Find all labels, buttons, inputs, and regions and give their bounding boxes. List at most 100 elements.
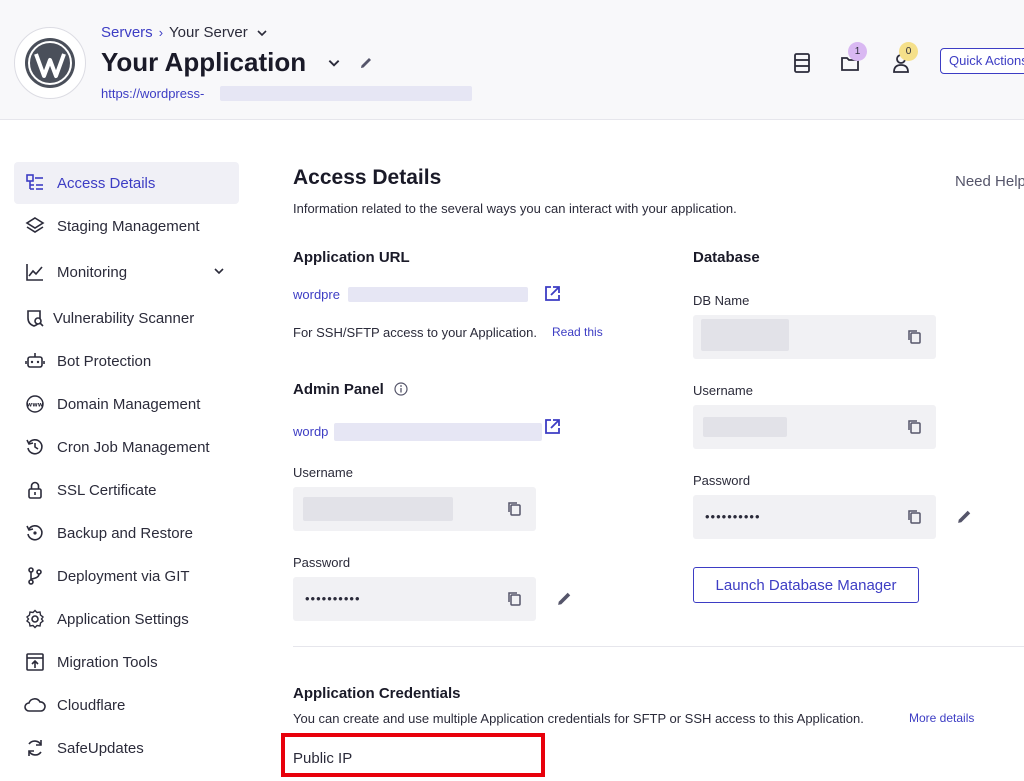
breadcrumb-servers[interactable]: Servers <box>101 24 153 41</box>
sidebar-item-label: Deployment via GIT <box>57 567 190 585</box>
more-details-link[interactable]: More details <box>909 711 974 725</box>
sidebar-item-label: Monitoring <box>57 263 128 281</box>
refresh-icon <box>24 737 46 759</box>
public-ip-label: Public IP <box>293 750 353 767</box>
sidebar-item-label: Backup and Restore <box>57 524 193 542</box>
sidebar-item-safeupdates[interactable]: SafeUpdates <box>14 727 239 769</box>
sidebar-item-label: Bot Protection <box>57 352 152 370</box>
admin-username-field[interactable] <box>293 487 536 531</box>
application-url-link[interactable]: wordpre <box>293 287 340 302</box>
sidebar-item-label: Cloudflare <box>57 696 126 714</box>
db-password-field[interactable]: •••••••••• <box>693 495 936 539</box>
sidebar-item-label: Application Settings <box>57 610 189 628</box>
redacted-value <box>703 417 787 437</box>
edit-pencil-icon[interactable] <box>556 590 573 607</box>
read-this-link[interactable]: Read this <box>552 325 603 339</box>
db-name-field[interactable] <box>693 315 936 359</box>
chevron-down-icon[interactable] <box>327 56 341 70</box>
git-icon <box>24 565 46 587</box>
sidebar-item-label: Staging Management <box>57 217 200 235</box>
shield-scan-icon <box>24 307 46 329</box>
redacted-value <box>701 319 789 351</box>
sidebar-item-monitoring[interactable]: Monitoring <box>14 251 239 293</box>
app-header: Servers › Your Server Your Application h… <box>0 0 1024 120</box>
www-icon: www <box>24 393 46 415</box>
sidebar-item-migration-tools[interactable]: Migration Tools <box>14 641 239 683</box>
divider <box>293 646 1024 647</box>
redacted-url <box>220 86 472 101</box>
sidebar-item-backup-and-restore[interactable]: Backup and Restore <box>14 512 239 554</box>
info-icon[interactable] <box>394 382 408 396</box>
svg-text:www: www <box>27 402 44 409</box>
launch-database-manager-button[interactable]: Launch Database Manager <box>693 567 919 603</box>
sidebar-item-vulnerability-scanner[interactable]: Vulnerability Scanner <box>14 297 239 339</box>
edit-pencil-icon[interactable] <box>956 508 973 525</box>
sidebar-item-bot-protection[interactable]: Bot Protection <box>14 340 239 382</box>
copy-icon[interactable] <box>907 509 922 525</box>
backup-icon <box>24 522 46 544</box>
sidebar-item-domain-management[interactable]: www Domain Management <box>14 383 239 425</box>
redacted-value <box>303 497 453 521</box>
application-url-heading: Application URL <box>293 249 410 266</box>
history-icon <box>24 436 46 458</box>
edit-pencil-icon[interactable] <box>358 55 374 71</box>
sidebar-item-label: Domain Management <box>57 395 201 413</box>
admin-panel-heading: Admin Panel <box>293 381 384 398</box>
user-badge: 0 <box>899 42 918 61</box>
lock-icon <box>24 479 46 501</box>
wordpress-logo <box>14 27 86 99</box>
copy-icon[interactable] <box>907 419 922 435</box>
external-link-icon[interactable] <box>544 418 561 435</box>
application-url-link[interactable]: https://wordpress- <box>101 86 204 101</box>
copy-icon[interactable] <box>507 591 522 607</box>
admin-password-field[interactable]: •••••••••• <box>293 577 536 621</box>
sidebar-item-staging-management[interactable]: Staging Management <box>14 205 239 247</box>
sidebar-item-label: SSL Certificate <box>57 481 157 499</box>
layers-icon <box>24 215 46 237</box>
sidebar-item-label: Vulnerability Scanner <box>53 309 195 327</box>
sidebar-item-label: Migration Tools <box>57 653 158 671</box>
robot-icon <box>24 350 46 372</box>
ssh-note: For SSH/SFTP access to your Application. <box>293 325 537 340</box>
chart-icon <box>24 261 46 283</box>
quick-actions-button[interactable]: Quick Actions <box>940 48 1024 74</box>
migration-icon <box>24 651 46 673</box>
masked-password: •••••••••• <box>705 509 761 524</box>
db-username-label: Username <box>693 383 753 398</box>
sidebar-item-application-settings[interactable]: Application Settings <box>14 598 239 640</box>
copy-icon[interactable] <box>507 501 522 517</box>
gear-icon <box>24 608 46 630</box>
admin-password-label: Password <box>293 555 351 570</box>
admin-username-label: Username <box>293 465 353 480</box>
access-details-icon <box>24 172 46 194</box>
sidebar-item-cloudflare[interactable]: Cloudflare <box>14 684 239 726</box>
redacted-url <box>334 423 542 441</box>
credentials-description: You can create and use multiple Applicat… <box>293 711 864 726</box>
chevron-down-icon[interactable] <box>256 27 268 39</box>
application-credentials-heading: Application Credentials <box>293 685 461 702</box>
chevron-down-icon[interactable] <box>213 265 225 277</box>
external-link-icon[interactable] <box>544 285 561 302</box>
copy-icon[interactable] <box>907 329 922 345</box>
sidebar-item-label: Cron Job Management <box>57 438 210 456</box>
sidebar-item-ssl-certificate[interactable]: SSL Certificate <box>14 469 239 511</box>
breadcrumb-server-selector[interactable]: Your Server <box>169 24 248 41</box>
folder-badge: 1 <box>848 42 867 61</box>
page-title: Your Application <box>101 47 307 77</box>
sidebar-item-cron-job-management[interactable]: Cron Job Management <box>14 426 239 468</box>
database-heading: Database <box>693 249 760 266</box>
db-name-label: DB Name <box>693 293 750 308</box>
sidebar-item-deployment-via-git[interactable]: Deployment via GIT <box>14 555 239 597</box>
section-subtitle: Information related to the several ways … <box>293 201 737 216</box>
sidebar-item-access-details[interactable]: Access Details <box>14 162 239 204</box>
redacted-url <box>348 287 528 302</box>
db-username-field[interactable] <box>693 405 936 449</box>
db-password-label: Password <box>693 473 751 488</box>
sidebar-item-label: SafeUpdates <box>57 739 144 757</box>
need-help-link[interactable]: Need Help? <box>955 173 1024 190</box>
admin-panel-link[interactable]: wordp <box>293 424 328 439</box>
server-list-icon[interactable] <box>793 52 811 74</box>
section-title: Access Details <box>293 166 442 189</box>
sidebar-item-label: Access Details <box>57 174 156 192</box>
cloud-icon <box>24 694 46 716</box>
